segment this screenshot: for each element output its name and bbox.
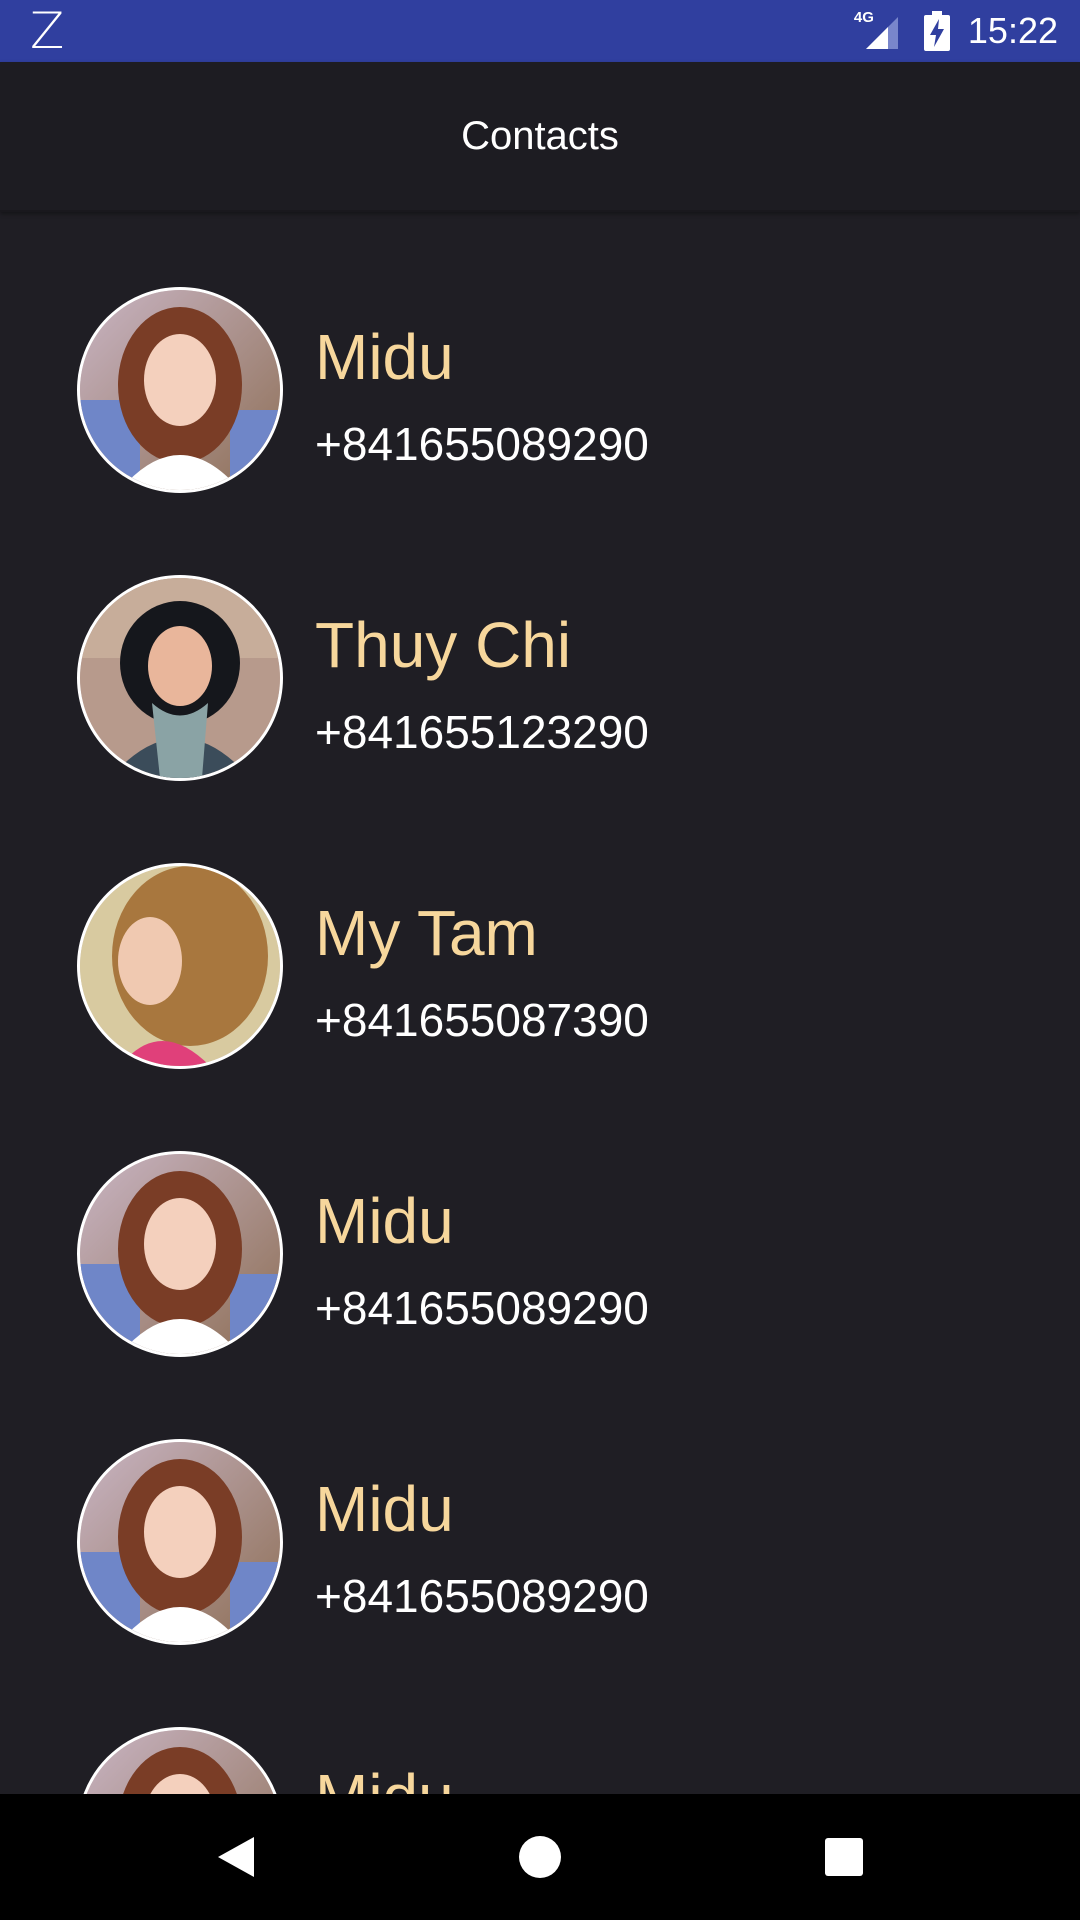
contact-name: Midu: [315, 1185, 454, 1257]
navigation-bar: [0, 1794, 1080, 1920]
contact-item[interactable]: Midu +841655089290: [0, 1364, 1080, 1652]
contact-item[interactable]: Thuy Chi +841655123290: [0, 500, 1080, 788]
contact-avatar: [77, 287, 283, 493]
app-bar: Contacts: [0, 62, 1080, 212]
contact-item[interactable]: Midu +841655089290: [0, 1076, 1080, 1364]
status-bar: Z 4G 15:22: [0, 0, 1080, 62]
contact-list[interactable]: Midu +841655089290 Thuy Chi +84165512329…: [0, 212, 1080, 1794]
home-icon: [519, 1836, 561, 1878]
contact-name: My Tam: [315, 897, 538, 969]
battery-charging-icon: [923, 11, 950, 51]
recents-button[interactable]: [814, 1827, 874, 1887]
contact-name: Midu: [315, 321, 454, 393]
contact-phone: +841655089290: [315, 1570, 649, 1622]
recents-icon: [825, 1838, 863, 1876]
back-icon: [218, 1837, 254, 1877]
contact-avatar: [77, 863, 283, 1069]
contact-avatar: [77, 1727, 283, 1794]
signal-icon: 4G: [854, 9, 906, 53]
contact-phone: +841655123290: [315, 706, 649, 758]
contact-item[interactable]: My Tam +841655087390: [0, 788, 1080, 1076]
contact-item[interactable]: Midu +841655089290: [0, 212, 1080, 500]
app-notification-icon: Z: [30, 2, 65, 60]
contact-name: Midu: [315, 1473, 454, 1545]
contact-avatar: [77, 575, 283, 781]
page-title: Contacts: [461, 113, 619, 158]
contact-name: Thuy Chi: [315, 609, 572, 681]
contact-phone: +841655089290: [315, 1282, 649, 1334]
contact-name: Midu: [315, 1760, 454, 1794]
clock: 15:22: [967, 10, 1058, 51]
contact-phone: +841655089290: [315, 418, 649, 470]
contact-item[interactable]: Midu: [0, 1652, 1080, 1794]
home-button[interactable]: [510, 1827, 570, 1887]
contact-avatar: [77, 1439, 283, 1645]
back-button[interactable]: [206, 1827, 266, 1887]
contact-avatar: [77, 1151, 283, 1357]
contact-phone: +841655087390: [315, 994, 649, 1046]
